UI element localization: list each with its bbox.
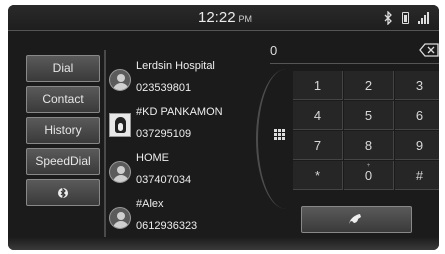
call-button[interactable]	[301, 206, 412, 233]
key-7[interactable]: 7	[293, 131, 343, 160]
contact-number: 037295109	[136, 128, 192, 140]
keypad-icon[interactable]	[274, 129, 285, 140]
contact-name: #KD PANKAMON	[136, 106, 223, 118]
display-divider	[270, 63, 439, 64]
sidebar-divider	[104, 50, 106, 245]
person-icon	[109, 207, 131, 229]
speeddial-button[interactable]: SpeedDial	[26, 148, 100, 175]
key-8[interactable]: 8	[344, 131, 394, 160]
key-3[interactable]: 3	[395, 71, 439, 100]
contact-number: 037407034	[136, 174, 192, 186]
contact-item[interactable]: Lerdsin Hospital 023539801	[108, 57, 258, 103]
contact-number: 0612936323	[136, 220, 198, 232]
contact-name: Lerdsin Hospital	[136, 60, 215, 72]
contact-name: #Alex	[136, 198, 164, 210]
key-9[interactable]: 9	[395, 131, 439, 160]
sidebar: Dial Contact History SpeedDial	[26, 55, 100, 210]
key-label: *	[314, 168, 321, 183]
key-label: 8	[364, 138, 373, 153]
phone-screen: 12:22 PM Dial Contact History SpeedDial L…	[8, 5, 439, 250]
key-star[interactable]: *	[293, 161, 343, 190]
dial-number-display: 0	[270, 43, 278, 58]
key-1[interactable]: 1	[293, 71, 343, 100]
clock: 12:22 PM	[198, 9, 252, 26]
key-label: 3	[415, 78, 424, 93]
battery-icon	[402, 12, 409, 24]
contact-item[interactable]: #Alex 0612936323	[108, 195, 258, 241]
key-label: 4	[313, 108, 322, 123]
key-4[interactable]: 4	[293, 101, 343, 130]
backspace-icon[interactable]	[419, 43, 439, 57]
key-label: 9	[415, 138, 424, 153]
key-label: 5	[364, 108, 373, 123]
history-button[interactable]: History	[26, 117, 100, 144]
signal-icon	[418, 12, 429, 24]
bluetooth-icon	[384, 11, 392, 25]
bluetooth-button[interactable]	[26, 179, 100, 206]
key-6[interactable]: 6	[395, 101, 439, 130]
contact-item[interactable]: HOME 037407034	[108, 149, 258, 195]
phone-icon	[349, 214, 361, 225]
contact-name: HOME	[136, 152, 169, 164]
key-sublabel: +	[366, 163, 371, 169]
person-icon	[109, 161, 131, 183]
key-label: 6	[415, 108, 424, 123]
status-bar: 12:22 PM	[8, 5, 439, 31]
key-0[interactable]: +0	[344, 161, 394, 190]
contact-item[interactable]: #KD PANKAMON 037295109	[108, 103, 258, 149]
key-label: 0	[364, 168, 373, 183]
dial-button[interactable]: Dial	[26, 55, 100, 82]
contact-number: 023539801	[136, 82, 192, 94]
contact-button[interactable]: Contact	[26, 86, 100, 113]
key-label: 2	[364, 78, 373, 93]
key-label: #	[415, 168, 424, 183]
key-hash[interactable]: #	[395, 161, 439, 190]
bluetooth-icon	[58, 187, 68, 199]
contact-list: Lerdsin Hospital 023539801 #KD PANKAMON …	[108, 57, 258, 241]
status-icons	[383, 11, 429, 25]
clock-time: 12:22	[198, 9, 236, 26]
clock-ampm: PM	[238, 14, 253, 24]
key-label: 1	[313, 78, 322, 93]
person-icon	[109, 69, 131, 91]
bottom-edge	[8, 237, 439, 250]
key-label: 7	[313, 138, 322, 153]
key-2[interactable]: 2	[344, 71, 394, 100]
contact-photo	[109, 113, 131, 137]
key-5[interactable]: 5	[344, 101, 394, 130]
